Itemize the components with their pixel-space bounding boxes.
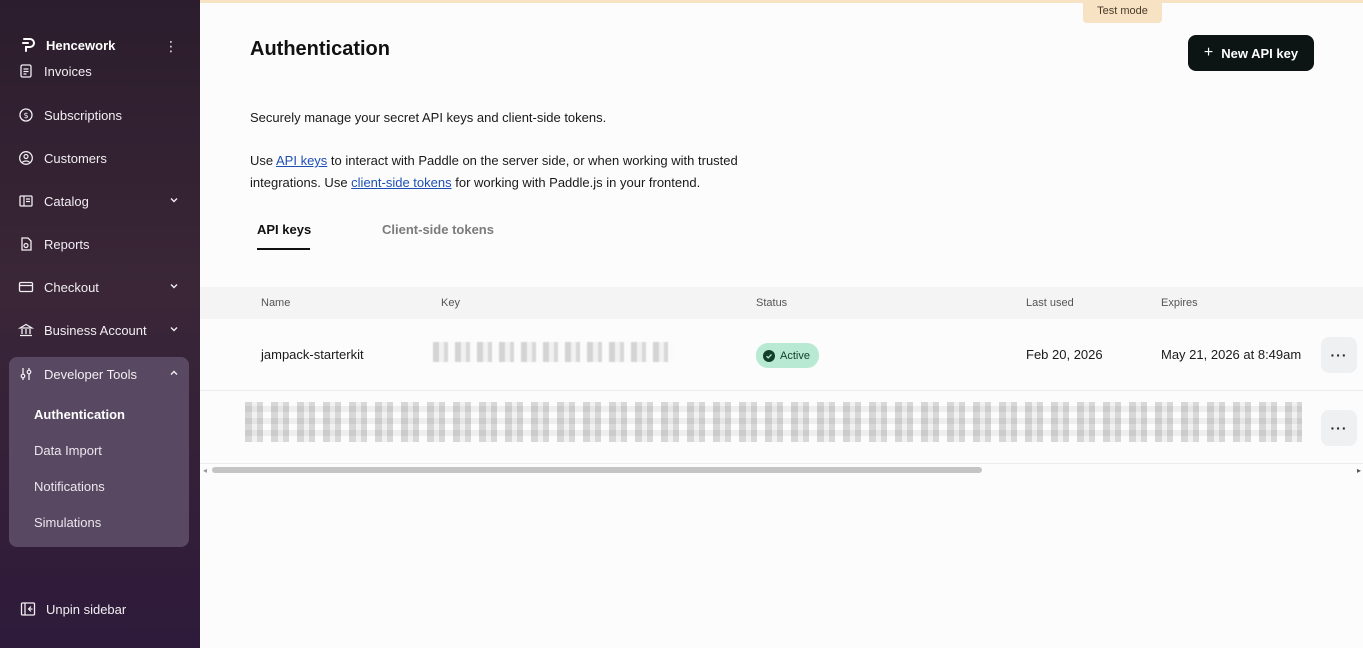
- column-header-key[interactable]: Key: [441, 297, 460, 309]
- main-content: Test mode Authentication + New API key S…: [200, 0, 1363, 648]
- row-actions-button[interactable]: ···: [1321, 337, 1357, 373]
- description-text: to interact with Paddle on the server si…: [327, 153, 738, 168]
- sidebar-item-customers[interactable]: Customers: [18, 147, 188, 169]
- unpin-sidebar-icon: [20, 602, 36, 616]
- redacted-row: [245, 402, 1302, 442]
- key-name: jampack-starterkit: [261, 347, 364, 362]
- column-header-last-used[interactable]: Last used: [1026, 297, 1074, 309]
- active-tab-indicator: [257, 248, 310, 250]
- chevron-down-icon: [170, 284, 178, 289]
- last-used-value: Feb 20, 2026: [1026, 347, 1103, 362]
- svg-text:$: $: [23, 111, 28, 120]
- sliders-icon: [20, 368, 32, 380]
- api-keys-link[interactable]: API keys: [276, 153, 327, 168]
- row-actions-button[interactable]: ···: [1321, 410, 1357, 446]
- description-client-tokens: integrations. Use client-side tokens for…: [250, 175, 700, 190]
- scrollbar-thumb[interactable]: [212, 467, 982, 473]
- paddle-logo-icon: [22, 38, 35, 52]
- chevron-up-icon: [170, 370, 178, 375]
- sidebar-item-reports[interactable]: Reports: [18, 233, 188, 255]
- bank-icon: [18, 323, 34, 337]
- table-row[interactable]: jampack-starterkit Active Feb 20, 2026 M…: [200, 319, 1363, 391]
- scroll-right-arrow-icon[interactable]: ▸: [1357, 466, 1361, 475]
- sidebar-subitem-data-import[interactable]: Data Import: [34, 443, 102, 458]
- customer-icon: [19, 151, 33, 165]
- test-mode-badge: Test mode: [1083, 0, 1162, 23]
- sidebar-item-catalog[interactable]: Catalog: [18, 190, 188, 212]
- expires-value: May 21, 2026 at 8:49am: [1161, 347, 1302, 362]
- description-text: for working with Paddle.js in your front…: [451, 175, 701, 190]
- subscriptions-icon: $: [19, 108, 33, 122]
- description-intro: Securely manage your secret API keys and…: [250, 110, 607, 125]
- invoice-icon: [20, 64, 32, 78]
- new-api-key-button[interactable]: + New API key: [1188, 35, 1314, 71]
- brand-name: Hencework: [46, 37, 116, 53]
- description-api-keys: Use API keys to interact with Paddle on …: [250, 153, 738, 168]
- sidebar-subitem-authentication[interactable]: Authentication: [34, 407, 125, 422]
- sidebar-item-subscriptions[interactable]: $ Subscriptions: [18, 104, 188, 126]
- tab-client-side-tokens[interactable]: Client-side tokens: [382, 222, 494, 237]
- page-title: Authentication: [250, 38, 390, 60]
- test-mode-bar: [200, 0, 1363, 3]
- catalog-icon: [19, 195, 33, 207]
- brand[interactable]: Hencework: [20, 36, 115, 54]
- sidebar-item-developer-tools[interactable]: Developer Tools: [18, 363, 188, 385]
- unpin-sidebar-label: Unpin sidebar: [46, 601, 127, 617]
- credit-card-icon: [18, 281, 34, 293]
- column-header-name[interactable]: Name: [261, 297, 290, 309]
- tab-api-keys[interactable]: API keys: [257, 222, 311, 237]
- sidebar-item-label: Reports: [44, 236, 90, 252]
- chevron-down-icon: [170, 198, 178, 203]
- sidebar: Hencework ⋮ Invoices $ Subscriptions Cus…: [0, 0, 200, 648]
- new-api-key-label: New API key: [1221, 45, 1299, 61]
- sidebar-item-label: Invoices: [44, 63, 92, 79]
- chevron-down-icon: [170, 327, 178, 332]
- sidebar-item-label: Catalog: [44, 193, 89, 209]
- check-circle-icon: [763, 349, 775, 362]
- column-header-expires[interactable]: Expires: [1161, 297, 1198, 309]
- sidebar-item-business-account[interactable]: Business Account: [18, 319, 188, 341]
- table-header: Name Key Status Last used Expires: [200, 287, 1363, 319]
- sidebar-subitem-simulations[interactable]: Simulations: [34, 515, 101, 530]
- unpin-sidebar-button[interactable]: Unpin sidebar: [20, 601, 126, 617]
- client-side-tokens-link[interactable]: client-side tokens: [351, 175, 451, 190]
- status-label: Active: [780, 349, 810, 362]
- column-header-status[interactable]: Status: [756, 297, 787, 309]
- description-text: integrations. Use: [250, 175, 352, 190]
- scroll-left-arrow-icon[interactable]: ◂: [203, 466, 207, 475]
- sidebar-item-label: Checkout: [44, 279, 99, 295]
- sidebar-item-label: Developer Tools: [44, 366, 137, 382]
- sidebar-item-label: Customers: [44, 150, 107, 166]
- redacted-key: [433, 342, 675, 362]
- sidebar-subitem-notifications[interactable]: Notifications: [34, 479, 105, 494]
- status-badge: Active: [756, 343, 819, 368]
- plus-icon: +: [1203, 44, 1214, 61]
- horizontal-scrollbar[interactable]: ◂ ▸: [200, 466, 1363, 475]
- sidebar-item-label: Subscriptions: [44, 107, 123, 123]
- table-row[interactable]: ···: [200, 392, 1363, 464]
- description-text: Use: [250, 153, 277, 168]
- sidebar-item-checkout[interactable]: Checkout: [18, 276, 188, 298]
- brand-menu-icon[interactable]: ⋮: [164, 38, 178, 54]
- reports-icon: [21, 237, 32, 251]
- sidebar-item-label: Business Account: [44, 322, 147, 338]
- sidebar-item-invoices[interactable]: Invoices: [18, 60, 188, 82]
